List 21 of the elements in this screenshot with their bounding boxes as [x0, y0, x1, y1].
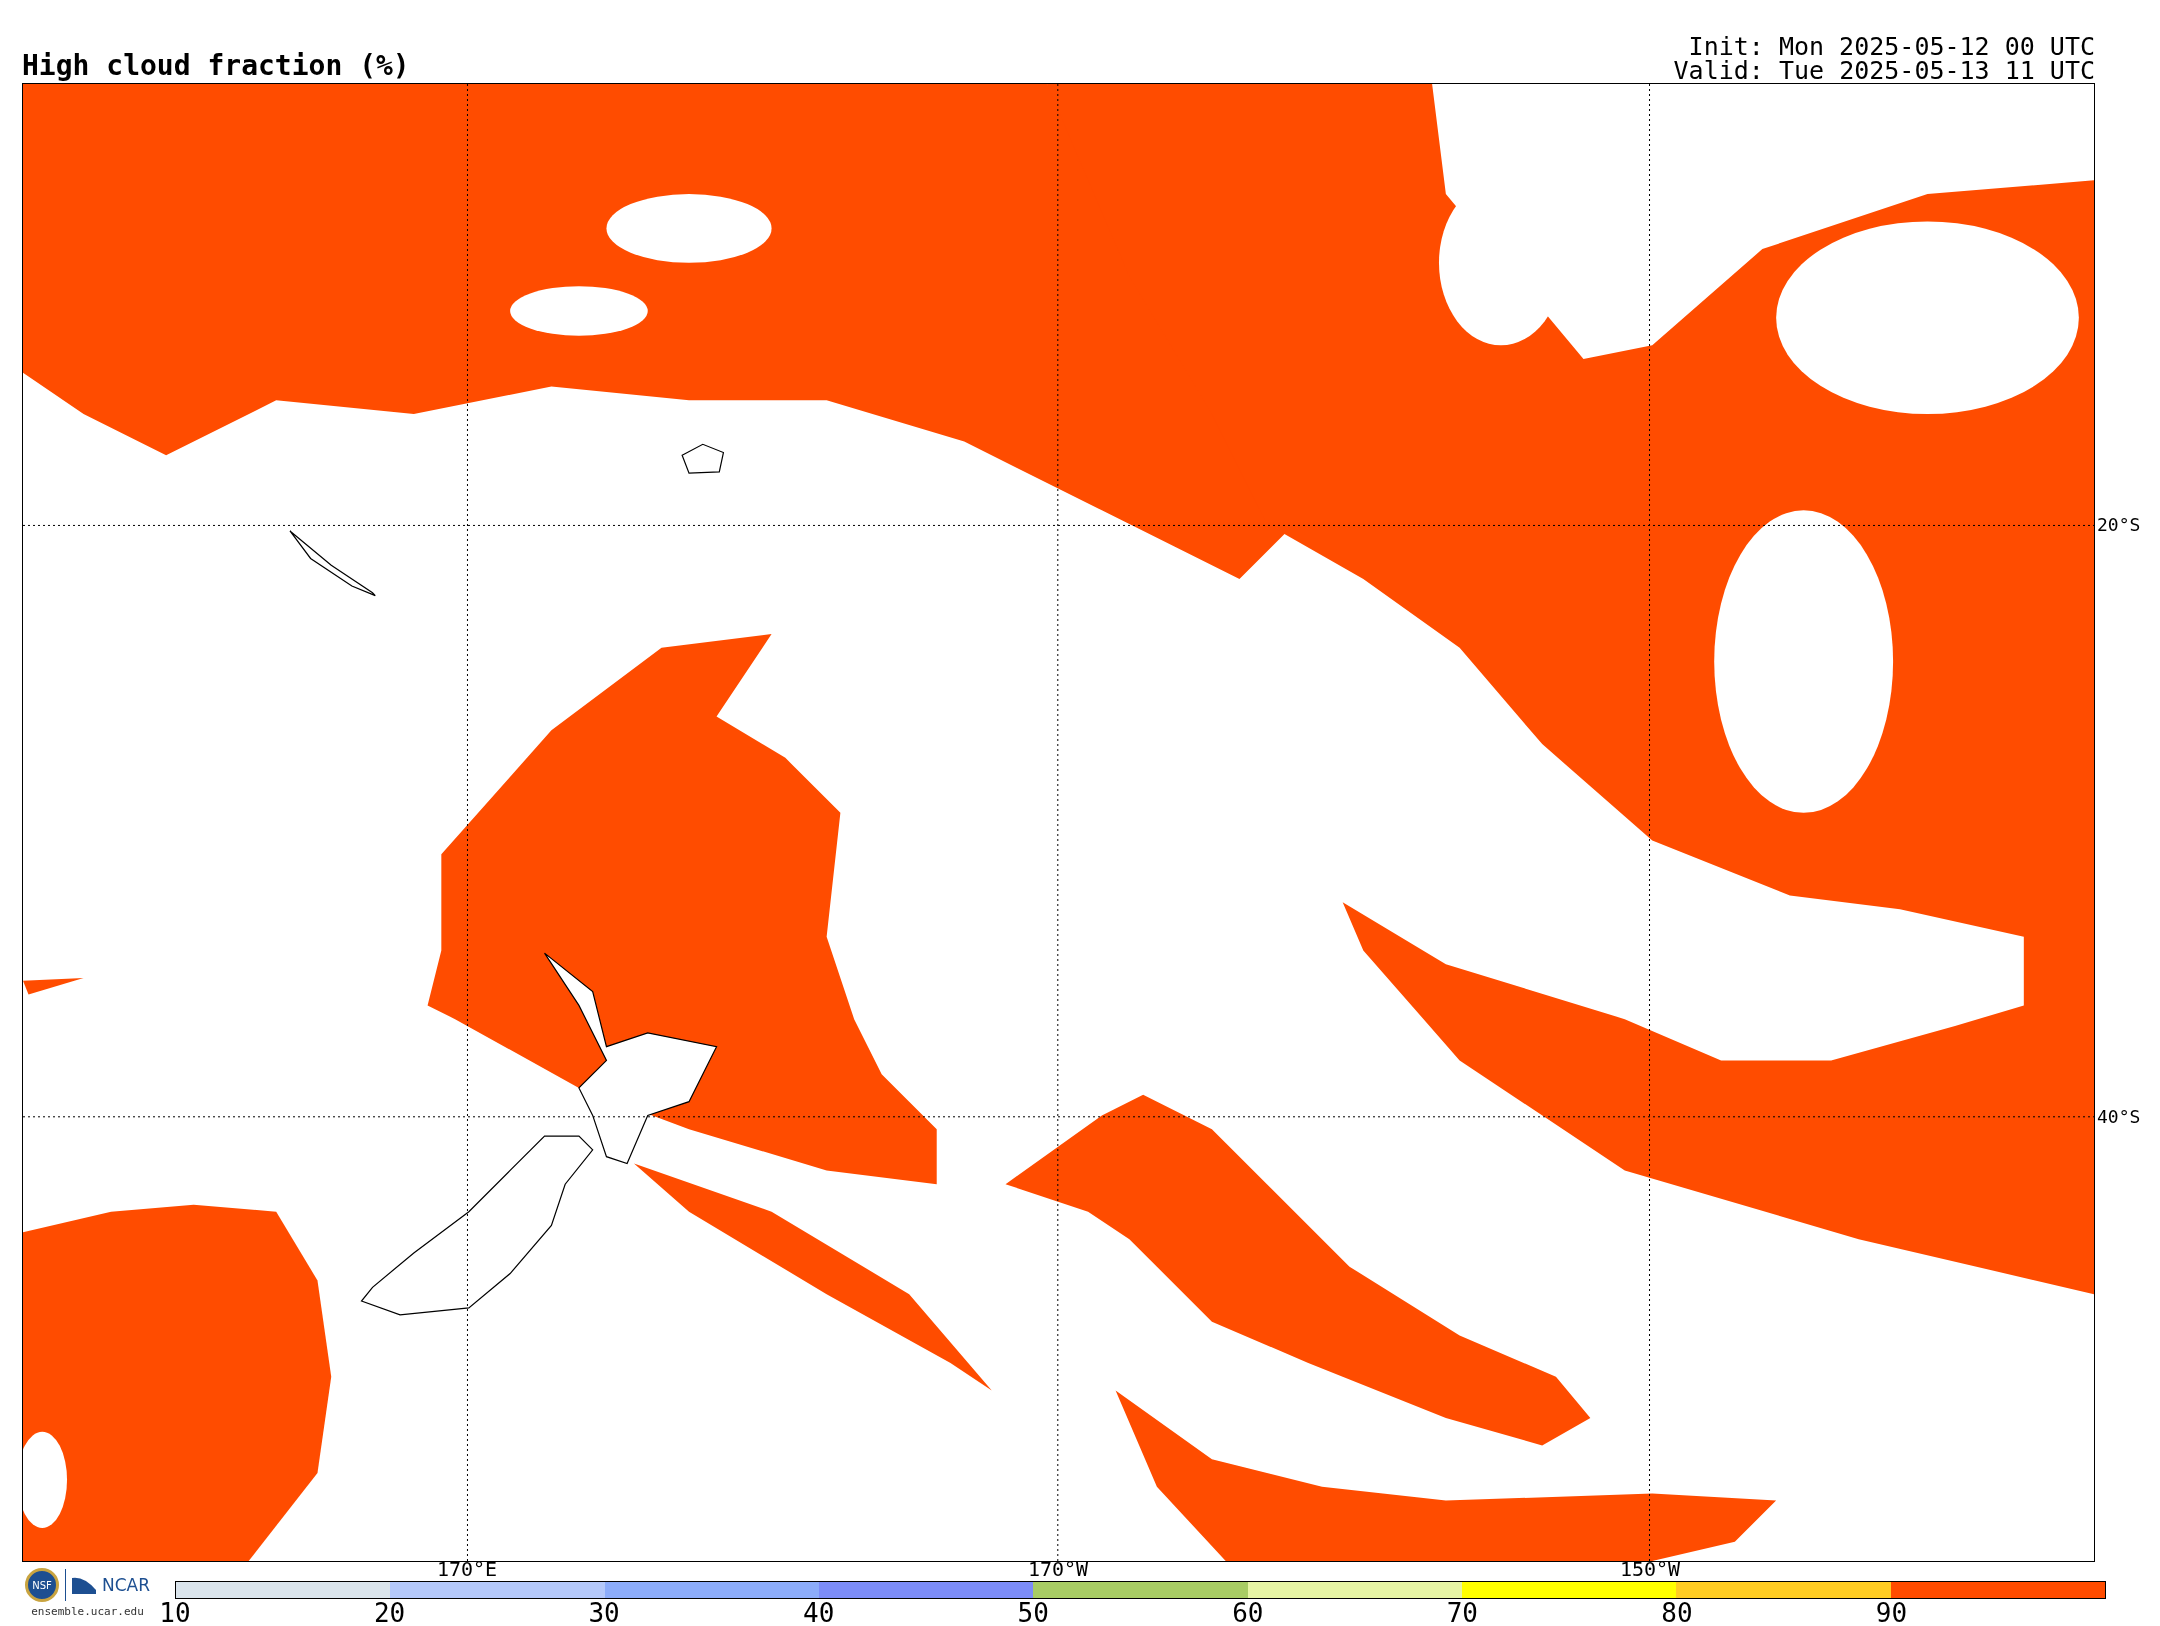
tick-label: 90 — [1875, 1599, 1908, 1626]
longitude-label: 150°W — [1619, 1559, 1681, 1579]
tick-label: 20 — [373, 1599, 406, 1626]
longitude-label: 170°E — [436, 1559, 498, 1579]
tick-label: 40 — [803, 1599, 835, 1626]
latitude-label: 40°S — [2096, 1106, 2141, 1128]
wave-logo-icon — [72, 1576, 96, 1594]
init-time: Init: Mon 2025-05-12 00 UTC — [1688, 35, 2095, 59]
tick-label: 60 — [1232, 1599, 1264, 1626]
chart-title: High cloud fraction (%) — [22, 51, 410, 81]
tick-label: 70 — [1446, 1599, 1479, 1626]
logo-text: NCAR — [102, 1575, 150, 1595]
tick-label: 10 — [159, 1599, 191, 1626]
tick-label: 30 — [588, 1599, 620, 1626]
longitude-label: 170°W — [1027, 1559, 1089, 1579]
seal-logo: NSF — [25, 1568, 59, 1602]
credit-text: ensemble.ucar.edu — [31, 1605, 144, 1618]
latitude-label: 20°S — [2096, 514, 2141, 536]
tick-label: 50 — [1017, 1599, 1049, 1626]
valid-time: Valid: Tue 2025-05-13 11 UTC — [1673, 59, 2095, 83]
tick-label: 80 — [1661, 1599, 1693, 1626]
